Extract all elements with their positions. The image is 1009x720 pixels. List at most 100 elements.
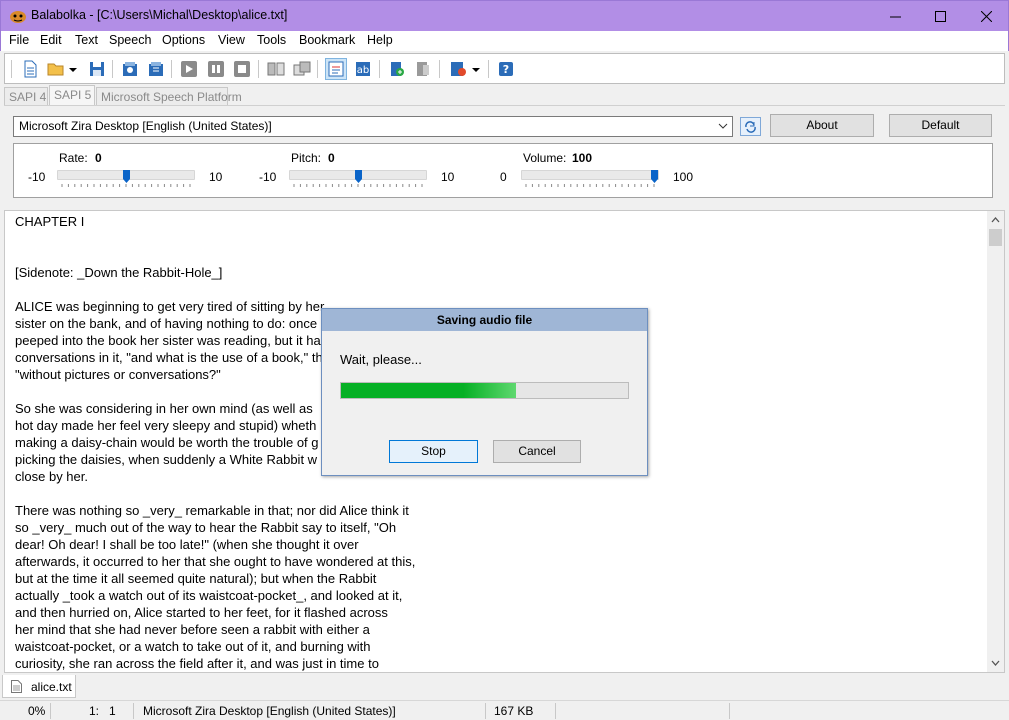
- menu-file[interactable]: File: [9, 33, 29, 47]
- menu-options[interactable]: Options: [162, 33, 205, 47]
- document-line: so _very_ much out of the way to hear th…: [15, 520, 397, 535]
- default-button[interactable]: Default: [889, 114, 992, 137]
- spell-check-button[interactable]: [325, 58, 347, 80]
- pitch-slider[interactable]: [289, 170, 427, 183]
- help-button[interactable]: ?: [496, 59, 516, 79]
- tab-microsoft-speech-platform[interactable]: Microsoft Speech Platform: [96, 87, 242, 105]
- tab-sapi5[interactable]: SAPI 5: [49, 85, 95, 105]
- rate-slider[interactable]: [57, 170, 195, 183]
- scrollbar-thumb[interactable]: [989, 229, 1002, 246]
- status-percent: 0%: [28, 704, 46, 718]
- volume-max: 100: [673, 170, 694, 184]
- pause-button[interactable]: [206, 59, 226, 79]
- balabolka-app-icon: [10, 11, 26, 23]
- dropdown-arrow-icon: [69, 68, 77, 72]
- pitch-min: -10: [259, 170, 277, 184]
- new-file-button[interactable]: [20, 59, 40, 79]
- batch-convert-button[interactable]: [146, 59, 166, 79]
- document-line: [Sidenote: _Down the Rabbit-Hole_]: [15, 265, 223, 280]
- stop-button[interactable]: Stop: [389, 440, 478, 463]
- menu-help[interactable]: Help: [367, 33, 393, 47]
- play-icon: [181, 61, 197, 77]
- stop-icon: [234, 61, 250, 77]
- open-recent-dropdown[interactable]: [67, 59, 79, 79]
- stop-button[interactable]: [232, 59, 252, 79]
- new-file-icon: [24, 60, 37, 78]
- record-button[interactable]: [448, 59, 468, 79]
- document-tabs: alice.txt: [0, 675, 1009, 700]
- add-bookmark-button[interactable]: [387, 59, 407, 79]
- volume-slider-thumb[interactable]: [651, 170, 658, 183]
- toolbar-separator: [258, 60, 259, 78]
- save-button[interactable]: [87, 59, 107, 79]
- menu-tools[interactable]: Tools: [257, 33, 286, 47]
- status-separator: [50, 703, 51, 719]
- rate-label: Rate:: [59, 151, 88, 165]
- record-icon: [451, 62, 466, 76]
- svg-text:?: ?: [503, 63, 509, 76]
- rate-value: 0: [95, 151, 102, 165]
- remove-bookmark-button[interactable]: [413, 59, 433, 79]
- status-file-size: 167 KB: [494, 704, 534, 718]
- pitch-ticks: [293, 184, 423, 187]
- volume-slider[interactable]: [521, 170, 659, 183]
- record-options-dropdown[interactable]: [470, 59, 482, 79]
- pitch-slider-thumb[interactable]: [355, 170, 362, 183]
- text-file-icon: [11, 680, 22, 693]
- read-clipboard-button[interactable]: ab: [353, 59, 373, 79]
- split-icon: [267, 62, 285, 76]
- status-separator: [485, 703, 486, 719]
- close-icon: [980, 11, 992, 22]
- pitch-label: Pitch:: [291, 151, 322, 165]
- toolbar-separator: [379, 60, 380, 78]
- join-files-button[interactable]: [292, 59, 312, 79]
- minimize-button[interactable]: [872, 1, 918, 32]
- maximize-button[interactable]: [917, 1, 963, 32]
- document-line: afterwards, it occurred to her that she …: [15, 554, 416, 569]
- window-title: Balabolka - [C:\Users\Michal\Desktop\ali…: [31, 8, 288, 22]
- scroll-down-icon[interactable]: [990, 657, 1001, 668]
- about-button[interactable]: About: [770, 114, 874, 137]
- spell-check-icon: [328, 61, 344, 77]
- add-icon: [391, 62, 404, 76]
- refresh-voices-button[interactable]: [740, 117, 761, 136]
- status-separator: [555, 703, 556, 719]
- cancel-button[interactable]: Cancel: [493, 440, 581, 463]
- split-file-button[interactable]: [266, 59, 286, 79]
- document-line: There was nothing so _very_ remarkable i…: [15, 503, 409, 518]
- play-button[interactable]: [179, 59, 199, 79]
- menu-bookmark[interactable]: Bookmark: [299, 33, 355, 47]
- status-separator: [729, 703, 730, 719]
- refresh-icon: [745, 121, 756, 133]
- pause-icon: [208, 61, 224, 77]
- voice-select[interactable]: Microsoft Zira Desktop [English (United …: [13, 116, 733, 137]
- toolbar-separator: [171, 60, 172, 78]
- rate-min: -10: [28, 170, 46, 184]
- menu-speech[interactable]: Speech: [109, 33, 151, 47]
- convert-to-audio-button[interactable]: [120, 59, 140, 79]
- menu-edit[interactable]: Edit: [40, 33, 62, 47]
- pitch-max: 10: [441, 170, 455, 184]
- maximize-icon: [934, 11, 946, 22]
- scroll-up-icon[interactable]: [990, 215, 1001, 226]
- menu-view[interactable]: View: [218, 33, 245, 47]
- save-icon: [90, 62, 104, 76]
- pitch-value: 0: [328, 151, 335, 165]
- save-progress-fill: [341, 383, 517, 398]
- open-file-button[interactable]: [46, 59, 66, 79]
- saving-audio-dialog: Saving audio file Wait, please... Stop C…: [321, 308, 648, 476]
- vertical-scrollbar[interactable]: [987, 211, 1004, 672]
- join-icon: [293, 61, 311, 76]
- tab-sapi4[interactable]: SAPI 4: [4, 87, 48, 105]
- close-button[interactable]: [963, 1, 1009, 32]
- menu-text[interactable]: Text: [75, 33, 98, 47]
- rate-slider-thumb[interactable]: [123, 170, 130, 183]
- remove-icon: [417, 62, 429, 76]
- toolbar-grip: [11, 60, 12, 78]
- tab-alice-txt[interactable]: alice.txt: [2, 675, 76, 698]
- chevron-down-icon: [718, 123, 728, 129]
